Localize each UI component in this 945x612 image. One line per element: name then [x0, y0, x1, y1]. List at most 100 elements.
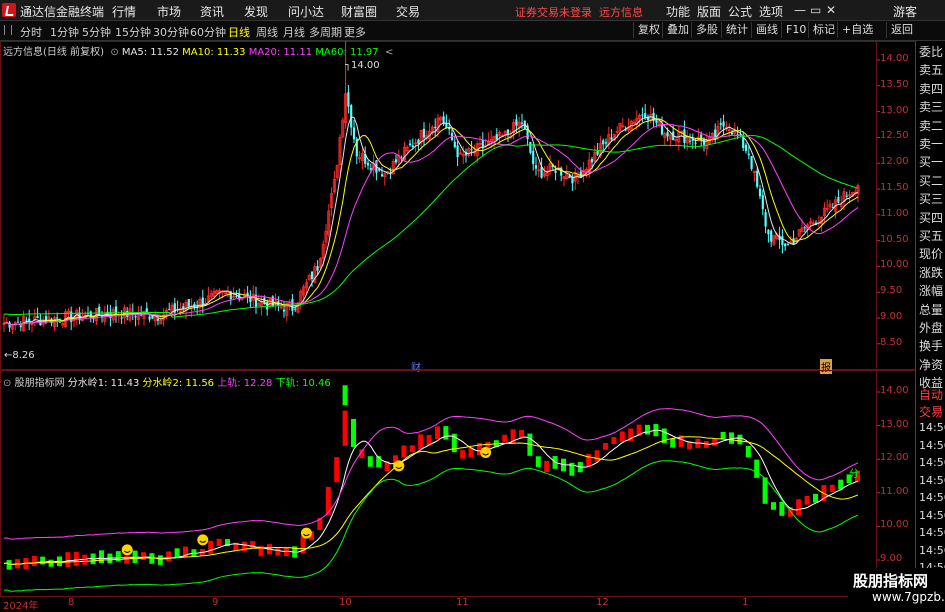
- trade-label[interactable]: 交易: [919, 403, 943, 420]
- main-ytick: 13.50: [880, 78, 909, 90]
- candle-body: [714, 129, 717, 138]
- minimize-icon[interactable]: —: [794, 3, 806, 17]
- app-title: 通达信金融终端: [20, 5, 105, 19]
- candle-body: [532, 150, 535, 164]
- login-warning[interactable]: 证券交易未登录 远方信息: [515, 4, 643, 20]
- close-icon[interactable]: ✕: [826, 3, 836, 17]
- candle-body: [19, 325, 22, 328]
- indicator-block: [367, 456, 373, 467]
- indicator-block: [99, 550, 104, 564]
- f10-button[interactable]: F10: [781, 22, 810, 38]
- candle-body: [610, 137, 613, 140]
- smile-signal-icon: [393, 460, 405, 472]
- xaxis-label-oct: 10: [339, 597, 352, 608]
- menu-zixun[interactable]: 资讯: [200, 3, 224, 20]
- candle-body: [781, 236, 784, 245]
- period-60min[interactable]: 60分钟: [190, 24, 226, 40]
- quote-field-label: 卖一: [919, 137, 944, 151]
- fsl1-line: [3, 429, 859, 565]
- menu-xuanxiang[interactable]: 选项: [759, 3, 783, 20]
- indicator-end-label: 分: [849, 469, 859, 480]
- indicator-block: [250, 541, 256, 549]
- period-more[interactable]: 更多: [344, 24, 366, 40]
- sub-ytick: 9.00: [880, 553, 903, 564]
- candle-body: [114, 306, 118, 315]
- indicator-block: [401, 445, 407, 458]
- main-ytick: 12.50: [880, 130, 909, 142]
- huaxian-button[interactable]: 画线: [751, 22, 782, 38]
- quote-field-label: 买二: [919, 173, 944, 188]
- menu-faxian[interactable]: 发现: [244, 3, 268, 20]
- candle-body: [644, 113, 647, 118]
- indicator-block: [745, 445, 751, 458]
- indicator-block: [754, 459, 760, 478]
- menu-caifuquan[interactable]: 财富圈: [341, 3, 377, 20]
- main-yaxis: 14.00 13.50 13.00 12.50 12.00 11.50 11.00 10.50…: [878, 41, 914, 368]
- back-button[interactable]: 返回: [886, 22, 917, 38]
- indicator-block: [157, 555, 163, 565]
- indicator-block: [325, 486, 331, 516]
- period-1min[interactable]: 1分钟: [50, 24, 79, 40]
- main-ytick: 10.50: [880, 233, 909, 245]
- fuquan-button[interactable]: 复权: [633, 22, 664, 38]
- period-30min[interactable]: 30分钟: [153, 24, 189, 40]
- candle-body: [744, 144, 748, 151]
- diejia-button[interactable]: 叠加: [662, 22, 693, 38]
- candle-body: [266, 301, 269, 310]
- low-price-value: 8.26: [12, 350, 35, 361]
- candle-body: [380, 174, 384, 177]
- xaxis-label-dec: 12: [596, 597, 609, 608]
- sub-ytick: 12.00: [880, 452, 909, 464]
- period-daily[interactable]: 日线: [228, 24, 250, 40]
- auto-label[interactable]: 自动: [919, 386, 943, 403]
- period-15min[interactable]: 15分钟: [115, 24, 151, 40]
- menu-jiaoyi[interactable]: 交易: [396, 3, 420, 20]
- candle-body: [156, 318, 160, 321]
- menu-gongshi[interactable]: 公式: [728, 3, 752, 20]
- candle-body: [36, 316, 39, 319]
- menu-wenxiaoda[interactable]: 问小达: [288, 3, 324, 20]
- candle-body: [756, 170, 759, 187]
- candle-body: [590, 159, 594, 163]
- candle-body: [98, 306, 101, 316]
- quote-field-label: 涨幅: [919, 284, 944, 299]
- candle-body: [310, 271, 314, 280]
- guest-button[interactable]: 游客: [893, 3, 917, 20]
- restore-icon[interactable]: ▭: [810, 3, 821, 17]
- period-weekly[interactable]: 周线: [256, 24, 278, 40]
- menu-banmian[interactable]: 版面: [697, 3, 721, 20]
- quote-field-label: 委比: [919, 45, 944, 59]
- indicator-block: [670, 438, 676, 448]
- indicator-block: [460, 450, 466, 459]
- duogu-button[interactable]: 多股: [691, 22, 722, 38]
- ma60-line: [3, 135, 859, 318]
- candle-body: [761, 195, 764, 210]
- period-fenshi[interactable]: 分时: [20, 24, 42, 40]
- candle-body: [134, 316, 137, 318]
- period-5min[interactable]: 5分钟: [82, 24, 111, 40]
- fsl2-line: [3, 436, 859, 565]
- indicator-block: [166, 551, 172, 562]
- smile-signal-icon: [121, 544, 133, 556]
- candle-body: [719, 123, 722, 125]
- main-candles[interactable]: [0, 41, 914, 368]
- indicator-block: [48, 559, 54, 567]
- biaoji-button[interactable]: 标记: [808, 22, 839, 38]
- indicator-block: [443, 426, 449, 440]
- app-logo-icon: [2, 3, 16, 17]
- candle-body: [148, 316, 151, 320]
- tick-time: 14:56: [919, 473, 945, 487]
- tick-time: 14:56: [919, 438, 945, 452]
- quote-field-label: 卖二: [919, 118, 944, 133]
- period-monthly[interactable]: 月线: [283, 24, 305, 40]
- indicator-chart[interactable]: [0, 370, 914, 595]
- menu-shichang[interactable]: 市场: [157, 3, 181, 20]
- watermark-title: 股朋指标网: [853, 572, 929, 590]
- period-multi[interactable]: 多周期: [309, 24, 342, 40]
- add-favorite-button[interactable]: +自选: [837, 22, 877, 38]
- menu-gongneng[interactable]: 功能: [666, 3, 690, 20]
- candle-body: [604, 142, 608, 144]
- tongji-button[interactable]: 统计: [721, 22, 752, 38]
- candle-body: [506, 129, 510, 134]
- menu-hangqing[interactable]: 行情: [112, 3, 136, 20]
